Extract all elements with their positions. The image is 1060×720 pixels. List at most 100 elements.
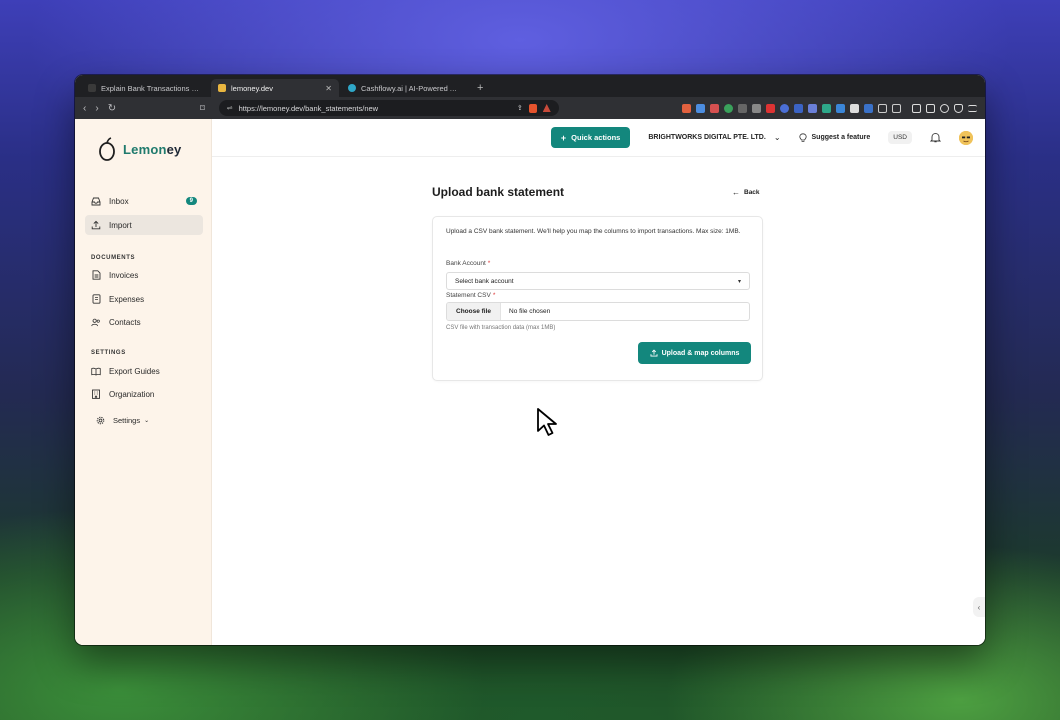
- sidebar-item-label: Export Guides: [109, 366, 160, 376]
- lemon-logo-icon: [99, 137, 115, 161]
- tab-title: Explain Bank Transactions Without: [101, 83, 202, 93]
- forward-arrow-icon[interactable]: ›: [95, 103, 98, 114]
- statement-file-input[interactable]: Choose file No file chosen: [446, 302, 750, 321]
- sidebar-item-contacts[interactable]: Contacts: [85, 312, 203, 332]
- browser-tab-3[interactable]: Cashflowy.ai | AI-Powered Accoun: [341, 79, 469, 97]
- logo-text-suffix: ey: [166, 141, 182, 157]
- tab-favicon-icon: [88, 84, 96, 92]
- documents-section-label: DOCUMENTS: [91, 255, 136, 261]
- new-tab-icon[interactable]: +: [471, 82, 489, 97]
- extension-icon[interactable]: [836, 103, 845, 113]
- side-panel-handle[interactable]: ‹: [973, 597, 985, 617]
- back-label: Back: [744, 189, 760, 196]
- back-link[interactable]: ← Back: [732, 188, 760, 197]
- chevron-left-icon: ‹: [977, 602, 981, 612]
- extension-icon[interactable]: [724, 103, 733, 113]
- extension-icon[interactable]: [808, 103, 817, 113]
- sidebar-item-label: Contacts: [109, 317, 141, 327]
- file-hint: CSV file with transaction data (max 1MB): [446, 325, 556, 331]
- sidebar-toggle-icon[interactable]: [912, 103, 921, 113]
- browser-tab-2[interactable]: lemoney.dev ✕: [211, 79, 339, 97]
- extension-icon[interactable]: [682, 103, 691, 113]
- required-mark: *: [492, 292, 496, 299]
- book-icon: [91, 366, 101, 376]
- extension-icon[interactable]: [738, 103, 747, 113]
- upload-map-columns-button[interactable]: Upload & map columns: [638, 342, 751, 364]
- choose-file-button[interactable]: Choose file: [447, 303, 502, 320]
- statement-csv-label: Statement CSV *: [446, 292, 495, 299]
- settings-dropdown[interactable]: Settings ⌄: [89, 410, 169, 430]
- avatar-image: [959, 130, 973, 145]
- sidebar-item-organization[interactable]: Organization: [85, 384, 203, 404]
- tab-favicon-icon: [218, 84, 226, 92]
- extension-icon[interactable]: [864, 103, 873, 113]
- sidebar-item-import[interactable]: Import: [85, 215, 203, 235]
- users-icon: [91, 317, 101, 327]
- extension-icon[interactable]: [892, 103, 901, 113]
- lightbulb-icon: [798, 132, 807, 142]
- sidebar-item-export-guides[interactable]: Export Guides: [85, 361, 203, 381]
- sidebar-item-invoices[interactable]: Invoices: [85, 265, 203, 285]
- logo[interactable]: Lemoney: [97, 136, 182, 162]
- quick-actions-label: Quick actions: [571, 133, 621, 142]
- extension-icon[interactable]: [766, 103, 775, 113]
- tab-title: lemoney.dev: [231, 83, 273, 93]
- shield-icon[interactable]: [954, 103, 963, 113]
- required-mark: *: [487, 260, 491, 267]
- settings-section-label: SETTINGS: [91, 350, 126, 356]
- extension-icon[interactable]: [850, 103, 859, 113]
- extension-icon[interactable]: [696, 103, 705, 113]
- brave-shield-icon[interactable]: [528, 103, 537, 113]
- extension-icon[interactable]: [710, 103, 719, 113]
- avatar[interactable]: [959, 130, 973, 145]
- puzzle-icon[interactable]: [940, 103, 949, 113]
- chevron-down-icon: ⌄: [144, 417, 150, 424]
- intro-text: Upload a CSV bank statement. We'll help …: [446, 228, 741, 235]
- building-icon: [91, 389, 101, 399]
- extension-icon[interactable]: [878, 103, 887, 113]
- upload-form-card: Upload a CSV bank statement. We'll help …: [432, 216, 763, 381]
- close-tab-icon[interactable]: ✕: [325, 84, 332, 93]
- sidebar-item-expenses[interactable]: Expenses: [85, 289, 203, 309]
- share-icon[interactable]: ⇪: [517, 104, 523, 112]
- browser-window: Explain Bank Transactions Without lemone…: [75, 75, 985, 645]
- bank-account-label: Bank Account *: [446, 260, 490, 267]
- address-bar[interactable]: ⇌ https://lemoney.dev/bank_statements/ne…: [218, 100, 559, 116]
- back-arrow-icon[interactable]: ‹: [83, 103, 86, 114]
- tab-bar: Explain Bank Transactions Without lemone…: [75, 75, 985, 97]
- bank-account-select[interactable]: Select bank account ▾: [446, 272, 750, 290]
- tab-favicon-icon: [348, 84, 356, 92]
- menu-icon[interactable]: [968, 104, 977, 112]
- page-title: Upload bank statement: [432, 185, 565, 199]
- site-settings-icon[interactable]: ⇌: [227, 104, 233, 112]
- file-icon: [91, 270, 101, 280]
- arrow-left-icon: ←: [732, 188, 740, 197]
- sidebar: Lemoney Inbox 9 Import DOCUMENTS Invoice…: [75, 119, 212, 645]
- browser-toolbar: ‹ › ↻ ⌑ ⇌ https://lemoney.dev/bank_state…: [75, 97, 985, 119]
- reload-icon[interactable]: ↻: [108, 103, 116, 114]
- extension-icon[interactable]: [780, 103, 789, 113]
- currency-selector[interactable]: USD: [888, 131, 912, 144]
- bookmark-icon[interactable]: ⌑: [200, 103, 205, 114]
- plus-icon: +: [560, 132, 567, 143]
- rewards-icon[interactable]: [542, 104, 551, 112]
- sidebar-item-label: Invoices: [109, 270, 139, 280]
- mouse-pointer-icon: [537, 408, 557, 436]
- wallet-icon[interactable]: [926, 103, 935, 113]
- receipt-icon: [91, 294, 101, 304]
- browser-tab-1[interactable]: Explain Bank Transactions Without: [81, 79, 209, 97]
- bell-icon[interactable]: [930, 132, 941, 143]
- extension-icon[interactable]: [794, 103, 803, 113]
- quick-actions-button[interactable]: + Quick actions: [550, 127, 631, 148]
- sidebar-item-inbox[interactable]: Inbox 9: [85, 191, 203, 211]
- sidebar-item-label: Expenses: [109, 294, 145, 304]
- logo-text: Lemon: [123, 141, 167, 157]
- company-switcher[interactable]: BRIGHTWORKS DIGITAL PTE. LTD. ⌄: [648, 133, 780, 142]
- url-text: https://lemoney.dev/bank_statements/new: [238, 103, 379, 113]
- extension-icon[interactable]: [822, 103, 831, 113]
- bank-account-label-text: Bank Account: [446, 260, 486, 267]
- sidebar-item-label: Import: [109, 220, 132, 230]
- main-content: + Quick actions BRIGHTWORKS DIGITAL PTE.…: [212, 119, 985, 645]
- suggest-feature-link[interactable]: Suggest a feature: [798, 132, 870, 143]
- extension-icon[interactable]: [752, 103, 761, 113]
